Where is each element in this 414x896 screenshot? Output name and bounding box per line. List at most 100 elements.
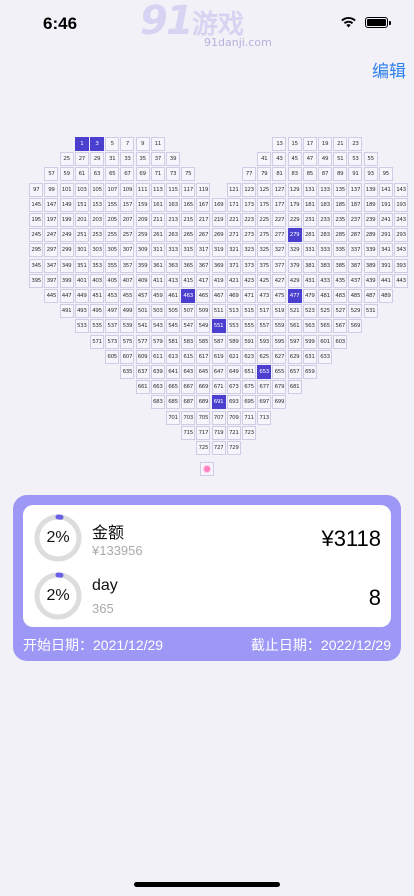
heart-cell-259[interactable]: 259 bbox=[135, 228, 150, 243]
heart-cell-377[interactable]: 377 bbox=[272, 258, 287, 273]
heart-cell-7[interactable]: 7 bbox=[120, 137, 135, 151]
heart-cell-55[interactable]: 55 bbox=[363, 152, 378, 167]
heart-cell-587[interactable]: 587 bbox=[211, 334, 226, 349]
heart-cell-23[interactable]: 23 bbox=[348, 137, 363, 151]
heart-cell-287[interactable]: 287 bbox=[348, 228, 363, 243]
heart-cell-73[interactable]: 73 bbox=[166, 167, 180, 182]
heart-cell-651[interactable]: 651 bbox=[242, 365, 256, 379]
heart-cell-691[interactable]: 691 bbox=[211, 395, 226, 410]
heart-cell-547[interactable]: 547 bbox=[181, 319, 196, 334]
heart-cell-421[interactable]: 421 bbox=[226, 273, 241, 288]
heart-cell-475[interactable]: 475 bbox=[272, 289, 287, 303]
heart-cell-229[interactable]: 229 bbox=[287, 213, 302, 227]
heart-cell-379[interactable]: 379 bbox=[287, 258, 302, 273]
heart-cell-297[interactable]: 297 bbox=[44, 243, 59, 258]
heart-cell-465[interactable]: 465 bbox=[196, 289, 211, 303]
heart-cell-327[interactable]: 327 bbox=[272, 243, 287, 258]
heart-cell-107[interactable]: 107 bbox=[105, 182, 120, 197]
heart-cell-49[interactable]: 49 bbox=[318, 152, 332, 167]
heart-cell-451[interactable]: 451 bbox=[90, 289, 104, 303]
heart-cell-187[interactable]: 187 bbox=[348, 197, 363, 212]
heart-cell-511[interactable]: 511 bbox=[211, 304, 226, 319]
heart-cell-197[interactable]: 197 bbox=[44, 213, 59, 227]
heart-cell-623[interactable]: 623 bbox=[242, 349, 256, 364]
heart-cell-173[interactable]: 173 bbox=[242, 197, 256, 212]
heart-cell-579[interactable]: 579 bbox=[150, 334, 165, 349]
heart-cell-77[interactable]: 77 bbox=[242, 167, 256, 182]
heart-cell-647[interactable]: 647 bbox=[211, 365, 226, 379]
heart-cell-281[interactable]: 281 bbox=[302, 228, 317, 243]
heart-cell-335[interactable]: 335 bbox=[333, 243, 348, 258]
heart-cell-45[interactable]: 45 bbox=[287, 152, 302, 167]
heart-cell-239[interactable]: 239 bbox=[363, 213, 378, 227]
heart-cell-593[interactable]: 593 bbox=[257, 334, 272, 349]
heart-cell-167[interactable]: 167 bbox=[196, 197, 211, 212]
heart-cell-717[interactable]: 717 bbox=[196, 425, 211, 440]
heart-cell-247[interactable]: 247 bbox=[44, 228, 59, 243]
heart-cell-257[interactable]: 257 bbox=[120, 228, 135, 243]
heart-cell-467[interactable]: 467 bbox=[211, 289, 226, 303]
heart-cell-609[interactable]: 609 bbox=[135, 349, 150, 364]
heart-cell-653[interactable]: 653 bbox=[257, 365, 272, 379]
heart-cell-97[interactable]: 97 bbox=[29, 182, 44, 197]
heart-cell-13[interactable]: 13 bbox=[272, 137, 287, 151]
heart-cell-505[interactable]: 505 bbox=[166, 304, 180, 319]
heart-cell-639[interactable]: 639 bbox=[150, 365, 165, 379]
heart-cell-117[interactable]: 117 bbox=[181, 182, 196, 197]
heart-cell-705[interactable]: 705 bbox=[196, 410, 211, 425]
heart-cell-689[interactable]: 689 bbox=[196, 395, 211, 410]
heart-cell-9[interactable]: 9 bbox=[135, 137, 150, 151]
heart-cell-315[interactable]: 315 bbox=[181, 243, 196, 258]
heart-cell-669[interactable]: 669 bbox=[196, 380, 211, 395]
heart-cell-695[interactable]: 695 bbox=[242, 395, 256, 410]
heart-cell-537[interactable]: 537 bbox=[105, 319, 120, 334]
heart-cell-417[interactable]: 417 bbox=[196, 273, 211, 288]
heart-cell-471[interactable]: 471 bbox=[242, 289, 256, 303]
heart-cell-171[interactable]: 171 bbox=[226, 197, 241, 212]
heart-cell-51[interactable]: 51 bbox=[333, 152, 348, 167]
heart-cell-159[interactable]: 159 bbox=[135, 197, 150, 212]
heart-cell-125[interactable]: 125 bbox=[257, 182, 272, 197]
heart-cell-161[interactable]: 161 bbox=[150, 197, 165, 212]
heart-cell-455[interactable]: 455 bbox=[120, 289, 135, 303]
heart-cell-393[interactable]: 393 bbox=[394, 258, 408, 273]
heart-cell-249[interactable]: 249 bbox=[59, 228, 74, 243]
heart-cell-703[interactable]: 703 bbox=[181, 410, 196, 425]
heart-cell-147[interactable]: 147 bbox=[44, 197, 59, 212]
heart-cell-365[interactable]: 365 bbox=[181, 258, 196, 273]
heart-cell-209[interactable]: 209 bbox=[135, 213, 150, 227]
heart-cell-289[interactable]: 289 bbox=[363, 228, 378, 243]
heart-cell-493[interactable]: 493 bbox=[74, 304, 89, 319]
heart-cell-715[interactable]: 715 bbox=[181, 425, 196, 440]
heart-cell-323[interactable]: 323 bbox=[242, 243, 256, 258]
heart-cell-543[interactable]: 543 bbox=[150, 319, 165, 334]
heart-cell-517[interactable]: 517 bbox=[257, 304, 272, 319]
heart-cell-143[interactable]: 143 bbox=[394, 182, 408, 197]
heart-cell-271[interactable]: 271 bbox=[226, 228, 241, 243]
heart-cell-631[interactable]: 631 bbox=[302, 349, 317, 364]
heart-cell-233[interactable]: 233 bbox=[318, 213, 332, 227]
heart-cell-109[interactable]: 109 bbox=[120, 182, 135, 197]
heart-cell-447[interactable]: 447 bbox=[59, 289, 74, 303]
heart-cell-217[interactable]: 217 bbox=[196, 213, 211, 227]
heart-cell-711[interactable]: 711 bbox=[242, 410, 256, 425]
heart-cell-153[interactable]: 153 bbox=[90, 197, 104, 212]
heart-cell-625[interactable]: 625 bbox=[257, 349, 272, 364]
heart-cell-283[interactable]: 283 bbox=[318, 228, 332, 243]
heart-cell-241[interactable]: 241 bbox=[378, 213, 393, 227]
heart-cell-527[interactable]: 527 bbox=[333, 304, 348, 319]
heart-cell-103[interactable]: 103 bbox=[74, 182, 89, 197]
heart-cell-299[interactable]: 299 bbox=[59, 243, 74, 258]
heart-cell-459[interactable]: 459 bbox=[150, 289, 165, 303]
heart-cell-265[interactable]: 265 bbox=[181, 228, 196, 243]
heart-cell-641[interactable]: 641 bbox=[166, 365, 180, 379]
heart-cell-419[interactable]: 419 bbox=[211, 273, 226, 288]
heart-cell-575[interactable]: 575 bbox=[120, 334, 135, 349]
heart-cell-567[interactable]: 567 bbox=[333, 319, 348, 334]
heart-cell-665[interactable]: 665 bbox=[166, 380, 180, 395]
heart-cell-435[interactable]: 435 bbox=[333, 273, 348, 288]
heart-cell-599[interactable]: 599 bbox=[302, 334, 317, 349]
heart-cell-15[interactable]: 15 bbox=[287, 137, 302, 151]
heart-cell-29[interactable]: 29 bbox=[90, 152, 104, 167]
heart-cell-589[interactable]: 589 bbox=[226, 334, 241, 349]
